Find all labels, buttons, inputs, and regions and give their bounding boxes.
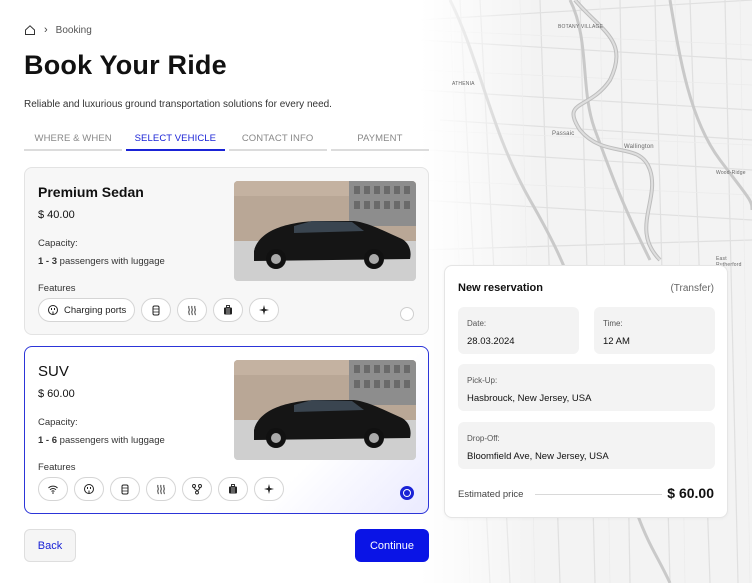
capacity-description: passengers with luggage [59, 435, 165, 446]
time-field[interactable]: Time: 12 AM [594, 307, 715, 354]
map-label-wood-ridge: Wood-Ridge [716, 170, 746, 176]
pickup-label: Pick-Up: [467, 376, 498, 385]
luggage-icon [224, 305, 233, 315]
features-list: Charging ports [38, 298, 280, 322]
feature-water-bottle[interactable] [110, 477, 140, 501]
plug-icon [84, 484, 94, 494]
reservation-summary: New reservation (Transfer) Date: 28.03.2… [444, 265, 728, 518]
capacity-range: 1 - 6 [38, 435, 58, 446]
water-bottle-icon [152, 305, 160, 316]
features-label: Features [38, 462, 76, 473]
time-value: 12 AM [603, 336, 630, 347]
continue-button[interactable]: Continue [355, 529, 429, 562]
map-label-passaic: Passaic [552, 131, 575, 137]
heating-icon [157, 484, 165, 495]
date-label: Date: [467, 319, 487, 328]
home-icon[interactable] [24, 24, 36, 36]
map-label-athenia: ATHENIA [452, 81, 475, 87]
dropoff-field[interactable]: Drop-Off: Bloomfield Ave, New Jersey, US… [458, 422, 715, 469]
capacity-range: 1 - 3 [38, 256, 58, 267]
vehicle-price: $ 40.00 [38, 209, 75, 221]
pickup-value: Hasbrouck, New Jersey, USA [467, 393, 592, 404]
vehicle-card-premium-sedan[interactable]: Premium Sedan $ 40.00 Capacity: 1 - 3 pa… [24, 167, 429, 335]
feature-sparkle[interactable] [254, 477, 284, 501]
feature-wifi[interactable] [38, 477, 68, 501]
feature-heating[interactable] [146, 477, 176, 501]
feature-heating[interactable] [177, 298, 208, 322]
date-field[interactable]: Date: 28.03.2024 [458, 307, 579, 354]
tab-select-vehicle[interactable]: SELECT VEHICLE [126, 133, 225, 151]
features-label: Features [38, 283, 76, 294]
step-tabs: WHERE & WHEN SELECT VEHICLE CONTACT INFO… [24, 133, 429, 151]
tab-contact-info[interactable]: CONTACT INFO [228, 133, 327, 151]
tab-payment[interactable]: PAYMENT [330, 133, 429, 151]
date-value: 28.03.2024 [467, 336, 515, 347]
features-list [38, 477, 284, 501]
estimated-price-value: $ 60.00 [667, 485, 714, 501]
vehicle-price: $ 60.00 [38, 388, 75, 400]
feature-water-bottle[interactable] [141, 298, 172, 322]
feature-luggage[interactable] [213, 298, 244, 322]
dropoff-value: Bloomfield Ave, New Jersey, USA [467, 451, 609, 462]
capacity-text: 1 - 3 passengers with luggage [38, 256, 165, 267]
booking-panel: › Booking Book Your Ride Reliable and lu… [0, 0, 440, 583]
breadcrumb: › Booking [24, 24, 92, 36]
vehicle-select-radio[interactable] [400, 307, 414, 321]
map-label-wallington: Wallington [624, 144, 654, 150]
estimated-price-label: Estimated price [458, 489, 524, 500]
sparkle-icon [259, 305, 270, 315]
reservation-type: (Transfer) [670, 283, 714, 294]
plug-icon [48, 305, 58, 315]
vehicle-photo [234, 181, 416, 281]
feature-route[interactable] [182, 477, 212, 501]
estimated-price-divider [535, 494, 662, 495]
tab-where-when[interactable]: WHERE & WHEN [24, 133, 123, 151]
feature-sparkle[interactable] [249, 298, 280, 322]
wifi-icon [48, 485, 58, 494]
feature-charging-ports[interactable] [74, 477, 104, 501]
page-title: Book Your Ride [24, 50, 227, 80]
heating-icon [188, 305, 197, 316]
breadcrumb-separator: › [44, 24, 48, 36]
breadcrumb-current[interactable]: Booking [56, 25, 92, 36]
feature-luggage[interactable] [218, 477, 248, 501]
luggage-icon [229, 484, 237, 494]
reservation-title: New reservation [458, 282, 543, 294]
feature-label: Charging ports [64, 304, 127, 316]
capacity-description: passengers with luggage [59, 256, 165, 267]
sparkle-icon [264, 484, 274, 494]
route-icon [192, 484, 202, 495]
dropoff-label: Drop-Off: [467, 434, 500, 443]
capacity-text: 1 - 6 passengers with luggage [38, 435, 165, 446]
vehicle-card-suv[interactable]: SUV $ 60.00 Capacity: 1 - 6 passengers w… [24, 346, 429, 514]
page-subtitle: Reliable and luxurious ground transporta… [24, 99, 332, 110]
capacity-label: Capacity: [38, 417, 78, 428]
vehicle-name: SUV [38, 363, 69, 380]
back-button[interactable]: Back [24, 529, 76, 562]
capacity-label: Capacity: [38, 238, 78, 249]
map-label-botany-village: BOTANY VILLAGE [558, 24, 604, 30]
vehicle-select-radio[interactable] [400, 486, 414, 500]
water-bottle-icon [121, 484, 129, 495]
pickup-field[interactable]: Pick-Up: Hasbrouck, New Jersey, USA [458, 364, 715, 411]
vehicle-name: Premium Sedan [38, 184, 144, 200]
time-label: Time: [603, 319, 623, 328]
feature-charging-ports[interactable]: Charging ports [38, 298, 136, 322]
vehicle-photo [234, 360, 416, 460]
